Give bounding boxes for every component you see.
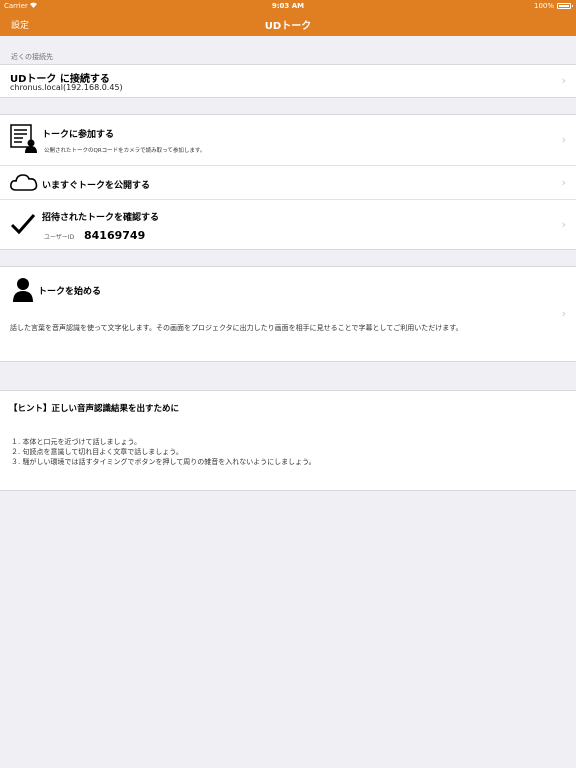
hint-title: 【ヒント】正しい音声認識結果を出すために [9,404,180,414]
join-talk-row[interactable]: トークに参加する 公開されたトークのQRコードをカメラで読み取って参加します。 … [0,115,576,165]
user-id-value: 84169749 [84,229,146,242]
cloud-icon [9,172,39,196]
join-talk-title: トークに参加する [42,130,115,140]
start-talk-title: トークを始める [38,287,102,297]
user-id-label: ユーザーID [44,234,75,241]
person-icon [12,277,34,307]
qr-reader-user-icon [10,124,38,158]
start-talk-group: トークを始める 話した言葉を音声認識を使って文字化します。その画面をプロジェクタ… [0,266,576,362]
start-talk-description: 話した言葉を音声認識を使って文字化します。その画面をプロジェクタに出力したり画面… [10,324,463,332]
publish-talk-title: いますぐトークを公開する [42,181,151,191]
chevron-right-icon: › [561,307,566,320]
menu-group: トークに参加する 公開されたトークのQRコードをカメラで読み取って参加します。 … [0,114,576,250]
invited-talk-title: 招待されたトークを確認する [42,213,160,223]
status-bar: Carrier 9:03 AM 100% [0,0,576,12]
nearby-group: UDトーク に接続する chronus.local(192.168.0.45) … [0,64,576,98]
page-title: UDトーク [264,21,312,32]
hint-item: ３. 騒がしい環境では話すタイミングでボタンを押して周りの雑音を入れないようにし… [11,458,316,466]
connect-udtalk-row[interactable]: UDトーク に接続する chronus.local(192.168.0.45) … [0,65,576,98]
clock: 9:03 AM [271,2,305,10]
battery-percent: 100% [533,2,554,10]
chevron-right-icon: › [561,176,566,189]
start-talk-row[interactable]: トークを始める 話した言葉を音声認識を使って文字化します。その画面をプロジェクタ… [0,267,576,361]
navigation-bar: 設定 UDトーク [0,12,576,36]
hint-item: ２. 句読点を意識して切れ目よく文章で話しましょう。 [11,448,183,456]
chevron-right-icon: › [561,218,566,231]
nearby-section-header: 近くの接続先 [11,53,53,61]
checkmark-icon [10,212,36,240]
chevron-right-icon: › [561,133,566,146]
hint-group: 【ヒント】正しい音声認識結果を出すために １. 本体と口元を近づけて話しましょう… [0,390,576,491]
join-talk-subtitle: 公開されたトークのQRコードをカメラで読み取って参加します。 [44,148,206,154]
publish-talk-row[interactable]: いますぐトークを公開する › [0,166,576,199]
battery-icon [557,3,573,9]
connect-host: chronus.local(192.168.0.45) [10,83,123,92]
hint-item: １. 本体と口元を近づけて話しましょう。 [11,438,142,446]
chevron-right-icon: › [561,74,566,87]
invited-talk-row[interactable]: 招待されたトークを確認する ユーザーID 84169749 › [0,200,576,250]
